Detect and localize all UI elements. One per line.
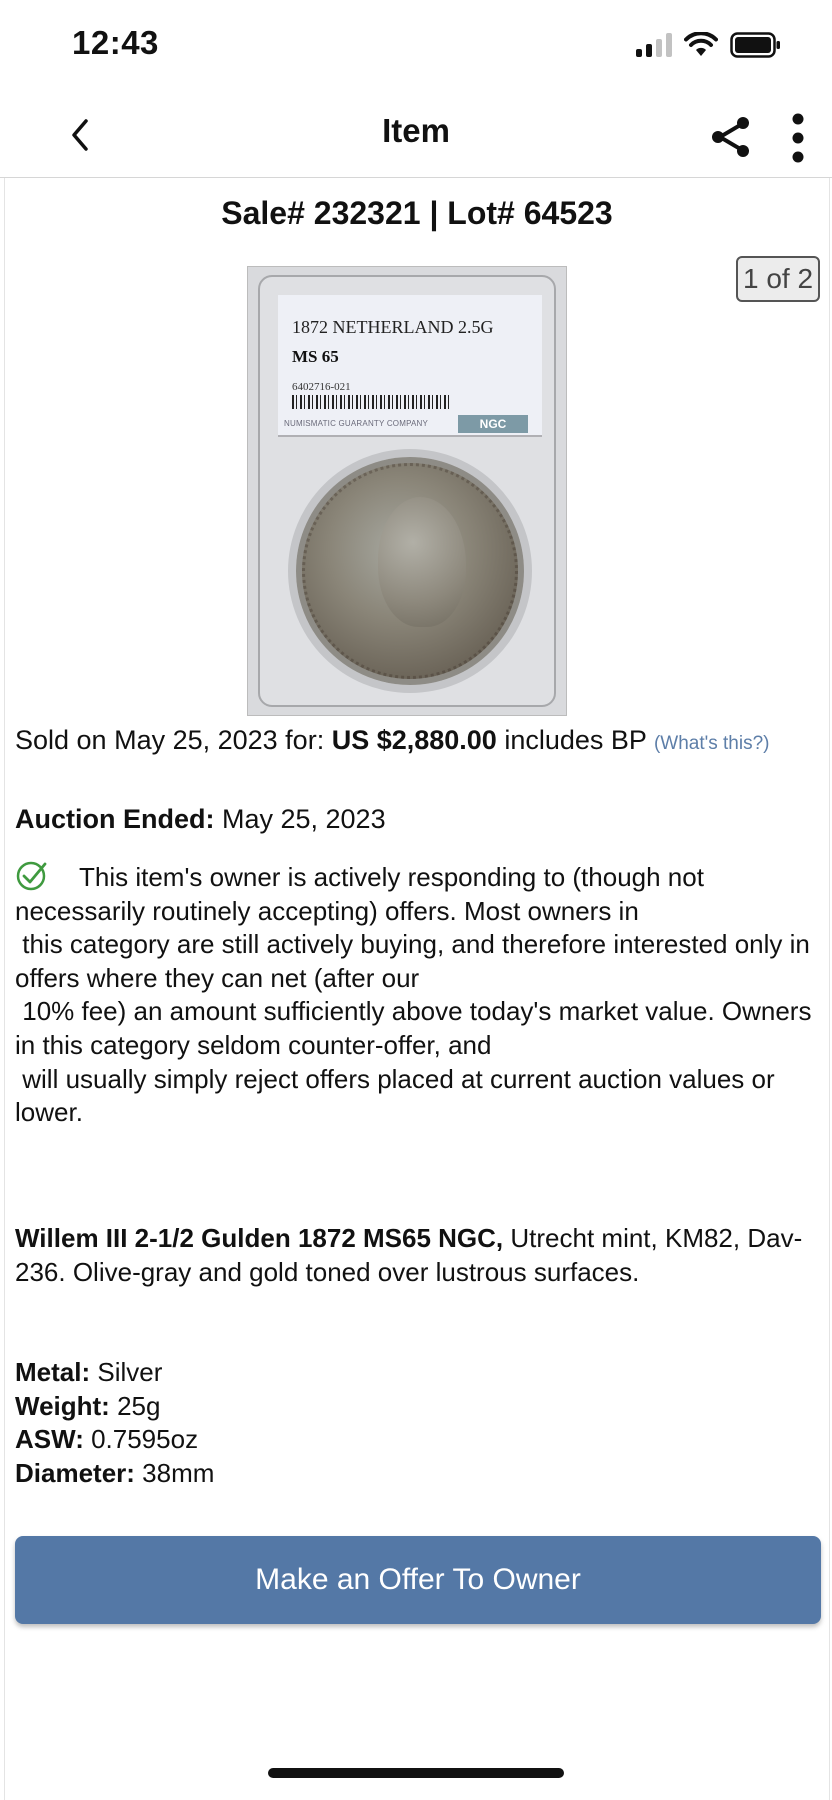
check-circle-icon (16, 861, 47, 891)
slab-label-title: 1872 NETHERLAND 2.5G (292, 317, 494, 337)
status-bar: 12:43 (0, 0, 832, 92)
slab-label: 1872 NETHERLAND 2.5G MS 65 6402716-021 N… (278, 295, 542, 437)
coin-portrait (378, 497, 466, 627)
auction-ended-value: May 25, 2023 (214, 804, 386, 834)
item-detail: Sale# 232321 | Lot# 64523 1 of 2 1872 NE… (4, 178, 830, 1800)
home-indicator[interactable] (268, 1768, 564, 1778)
slab-label-grade: MS 65 (292, 347, 339, 366)
sold-price: US $2,880.00 (331, 725, 497, 755)
coin-image[interactable]: 1872 NETHERLAND 2.5G MS 65 6402716-021 N… (247, 266, 567, 716)
wifi-icon (684, 32, 718, 56)
nav-bar: Item (0, 92, 832, 178)
spec-label: ASW: (15, 1424, 84, 1455)
spec-diameter: Diameter: 38mm (15, 1457, 615, 1491)
auction-ended: Auction Ended: May 25, 2023 (15, 804, 386, 835)
status-time: 12:43 (72, 24, 159, 61)
item-description: Willem III 2-1/2 Gulden 1872 MS65 NGC, U… (15, 1222, 825, 1289)
share-icon (712, 117, 749, 157)
sale-lot-title: Sale# 232321 | Lot# 64523 (221, 195, 613, 231)
spec-value: 25g (109, 1390, 161, 1421)
status-icons (636, 30, 782, 60)
make-offer-button[interactable]: Make an Offer To Owner (15, 1536, 821, 1624)
spec-weight: Weight: 25g (15, 1390, 615, 1424)
image-counter: 1 of 2 (736, 256, 820, 302)
sold-prefix: Sold on May 25, 2023 for: (15, 725, 332, 755)
barcode (292, 395, 452, 409)
item-description-title: Willem III 2-1/2 Gulden 1872 MS65 NGC, (15, 1223, 504, 1253)
spec-label: Weight: (15, 1390, 110, 1421)
spec-value: 38mm (134, 1457, 215, 1488)
slab-holder: 1872 NETHERLAND 2.5G MS 65 6402716-021 N… (258, 275, 556, 707)
battery-icon (730, 32, 780, 58)
slab-label-cert: 6402716-021 (292, 381, 351, 393)
auction-ended-label: Auction Ended: (15, 804, 215, 834)
spec-metal: Metal: Silver (15, 1356, 615, 1390)
ngc-logo: NGC (458, 415, 528, 433)
whats-this-link[interactable]: (What's this?) (654, 733, 770, 754)
slab-label-company: NUMISMATIC GUARANTY COMPANY (284, 419, 429, 428)
sold-suffix: includes BP (496, 725, 654, 755)
cellular-signal-icon (636, 33, 672, 57)
coin (296, 457, 524, 685)
owner-notice: This item's owner is actively responding… (15, 858, 825, 1130)
share-button[interactable] (706, 112, 756, 162)
spec-label: Metal: (15, 1357, 91, 1387)
spec-value: 0.7595oz (83, 1424, 199, 1455)
sold-info: Sold on May 25, 2023 for: US $2,880.00 i… (15, 724, 825, 756)
spec-asw: ASW: 0.7595oz (15, 1423, 615, 1457)
owner-notice-text: This item's owner is actively responding… (15, 862, 812, 1128)
item-specs: Metal: Silver Weight: 25g ASW: 0.7595oz … (15, 1356, 615, 1490)
more-vertical-icon (792, 113, 804, 163)
spec-label: Diameter: (15, 1457, 135, 1488)
spec-value: Silver (90, 1357, 163, 1387)
more-options-button[interactable] (778, 112, 818, 164)
